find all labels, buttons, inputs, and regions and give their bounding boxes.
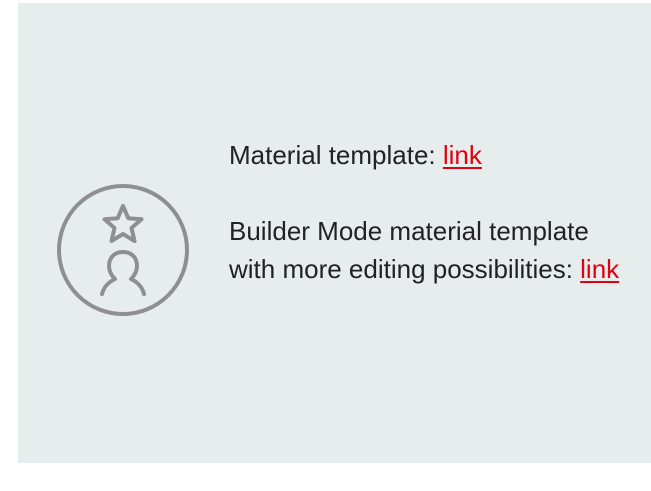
builder-mode-text: Builder Mode material template with more… (229, 216, 589, 284)
material-template-link[interactable]: link (443, 140, 482, 170)
builder-mode-link[interactable]: link (580, 254, 619, 284)
info-card: Material template: link Builder Mode mat… (18, 3, 651, 463)
badge-star-person-icon (54, 181, 192, 319)
info-text: Material template: link Builder Mode mat… (229, 136, 639, 288)
builder-mode-paragraph: Builder Mode material template with more… (229, 212, 639, 288)
material-template-text: Material template: (229, 140, 443, 170)
material-template-paragraph: Material template: link (229, 136, 639, 174)
